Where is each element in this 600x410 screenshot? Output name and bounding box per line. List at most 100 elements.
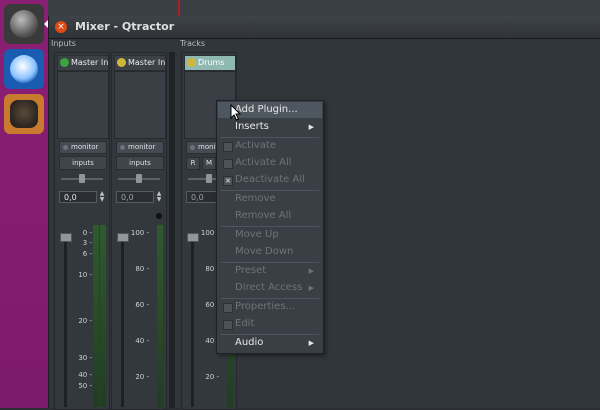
monitor-label: monitor — [128, 143, 156, 151]
midi-activity-icon — [156, 213, 162, 219]
level-meter — [157, 225, 163, 407]
scale-tick: 3 - — [82, 239, 92, 247]
midi-icon — [60, 58, 69, 67]
inputs-button[interactable]: inputs — [59, 156, 107, 170]
strip-name-button[interactable]: Master In — [57, 55, 109, 71]
scale-tick: 20 - — [78, 317, 92, 325]
pan-handle[interactable] — [206, 174, 212, 183]
menu-item-activate[interactable]: Activate — [218, 138, 322, 154]
menu-item-label: Audio — [235, 337, 264, 348]
menu-item-properties[interactable]: Properties... — [218, 299, 322, 315]
midi-icon — [117, 58, 126, 67]
inputs-section-label: Inputs — [51, 39, 76, 48]
scale-tick: 50 - — [78, 382, 92, 390]
gain-spinbox[interactable]: 0,0 — [116, 191, 154, 203]
pan-handle[interactable] — [136, 174, 142, 183]
scale-tick: 60 - — [135, 301, 149, 309]
scale-tick: 40 - — [135, 337, 149, 345]
plugin-list[interactable] — [114, 71, 166, 139]
mixer-window: × Mixer - Qtractor Inputs Tracks Master … — [48, 16, 600, 410]
scale-tick: 30 - — [78, 354, 92, 362]
submenu-arrow-icon: ▶ — [308, 267, 314, 275]
strip-name: Drums — [198, 58, 225, 67]
gain-spinbox[interactable]: 0,0 — [59, 191, 97, 203]
strip-name: Master In — [71, 58, 109, 67]
volume-fader-handle[interactable] — [187, 233, 199, 242]
menu-item-remove-all[interactable]: Remove All — [218, 208, 322, 224]
menu-item-label: Add Plugin... — [235, 104, 298, 115]
menu-item-move-down[interactable]: Move Down — [218, 244, 322, 260]
menu-item-label: Activate — [235, 140, 276, 151]
strip-name-button[interactable]: Master In — [114, 55, 166, 71]
menu-item-edit[interactable]: Edit — [218, 316, 322, 332]
background-window — [48, 0, 600, 16]
spin-arrows-icon[interactable]: ▲ ▼ — [155, 191, 163, 203]
menu-item-label: Direct Access — [235, 282, 303, 293]
level-meter — [93, 225, 99, 407]
window-title: Mixer - Qtractor — [75, 20, 175, 33]
volume-fader-handle[interactable] — [60, 233, 72, 242]
monitor-label: monitor — [71, 143, 99, 151]
scale-tick: 80 - — [135, 265, 149, 273]
menu-item-audio[interactable]: Audio ▶ — [218, 335, 322, 351]
volume-fader-track[interactable] — [191, 235, 194, 407]
menu-item-label: Remove All — [235, 210, 292, 221]
menu-item-label: Remove — [235, 193, 276, 204]
panel-splitter[interactable] — [169, 52, 175, 408]
menu-item-label: Preset — [235, 265, 267, 276]
menu-item-deactivate-all[interactable]: ✖ Deactivate All — [218, 172, 322, 188]
submenu-arrow-icon: ▶ — [308, 284, 314, 292]
scale-tick: 10 - — [78, 271, 92, 279]
checkbox-icon — [223, 142, 233, 152]
checkbox-icon — [223, 320, 233, 330]
record-button[interactable]: R — [186, 157, 200, 170]
led-icon — [63, 144, 68, 150]
titlebar: × Mixer - Qtractor — [49, 16, 600, 39]
menu-item-label: Move Up — [235, 229, 279, 240]
scale-tick: 20 - — [135, 373, 149, 381]
menu-item-direct-access[interactable]: Direct Access ▶ — [218, 280, 322, 296]
scale-tick: 100 - — [130, 229, 149, 237]
menu-item-activate-all[interactable]: Activate All — [218, 155, 322, 171]
monitor-button[interactable]: monitor — [116, 141, 164, 154]
menu-item-label: Edit — [235, 318, 255, 329]
meter-scale: 0 - 3 - 6 - 10 - 20 - 30 - 40 - 50 - — [72, 229, 94, 409]
pan-slider[interactable] — [118, 174, 160, 183]
menu-item-preset[interactable]: Preset ▶ — [218, 263, 322, 279]
scale-tick: 0 - — [82, 229, 92, 237]
volume-fader-handle[interactable] — [117, 233, 129, 242]
led-icon — [120, 144, 125, 150]
mute-button[interactable]: M — [202, 157, 216, 170]
menu-item-label: Inserts — [235, 121, 269, 132]
strip-name-button[interactable]: Drums — [184, 55, 236, 71]
pan-handle[interactable] — [79, 174, 85, 183]
gimp-icon[interactable] — [4, 94, 44, 134]
volume-fader-track[interactable] — [121, 235, 124, 407]
plugin-list[interactable] — [57, 71, 109, 139]
scale-tick: 40 - — [78, 371, 92, 379]
pan-slider[interactable] — [61, 174, 103, 183]
inputs-button[interactable]: inputs — [116, 156, 164, 170]
strip-name: Master In — [128, 58, 166, 67]
launcher — [0, 0, 48, 408]
close-icon[interactable]: × — [55, 21, 67, 33]
tracks-section-label: Tracks — [180, 39, 206, 48]
menu-item-remove[interactable]: Remove — [218, 191, 322, 207]
scale-tick: 6 - — [82, 250, 92, 258]
menu-item-label: Deactivate All — [235, 174, 305, 185]
meter-scale: 100 - 80 - 60 - 40 - 20 - — [129, 229, 151, 409]
launcher-app-icon[interactable] — [4, 4, 44, 44]
volume-fader-track[interactable] — [64, 235, 67, 407]
thunderbird-icon[interactable] — [4, 49, 44, 89]
menu-item-move-up[interactable]: Move Up — [218, 227, 322, 243]
plugin-context-menu: Add Plugin... Inserts ▶ Activate Activate… — [216, 100, 324, 354]
menu-item-label: Move Down — [235, 246, 294, 257]
mixer-strip: Master In monitor inputs 0,0 ▲ ▼ 100 - 80… — [111, 52, 167, 410]
monitor-button[interactable]: monitor — [59, 141, 107, 154]
spin-arrows-icon[interactable]: ▲ ▼ — [98, 191, 106, 203]
menu-item-label: Properties... — [235, 301, 296, 312]
checkbox-icon — [223, 159, 233, 169]
submenu-arrow-icon: ▶ — [308, 339, 314, 347]
checked-checkbox-icon: ✖ — [223, 176, 233, 186]
menu-item-label: Activate All — [235, 157, 292, 168]
